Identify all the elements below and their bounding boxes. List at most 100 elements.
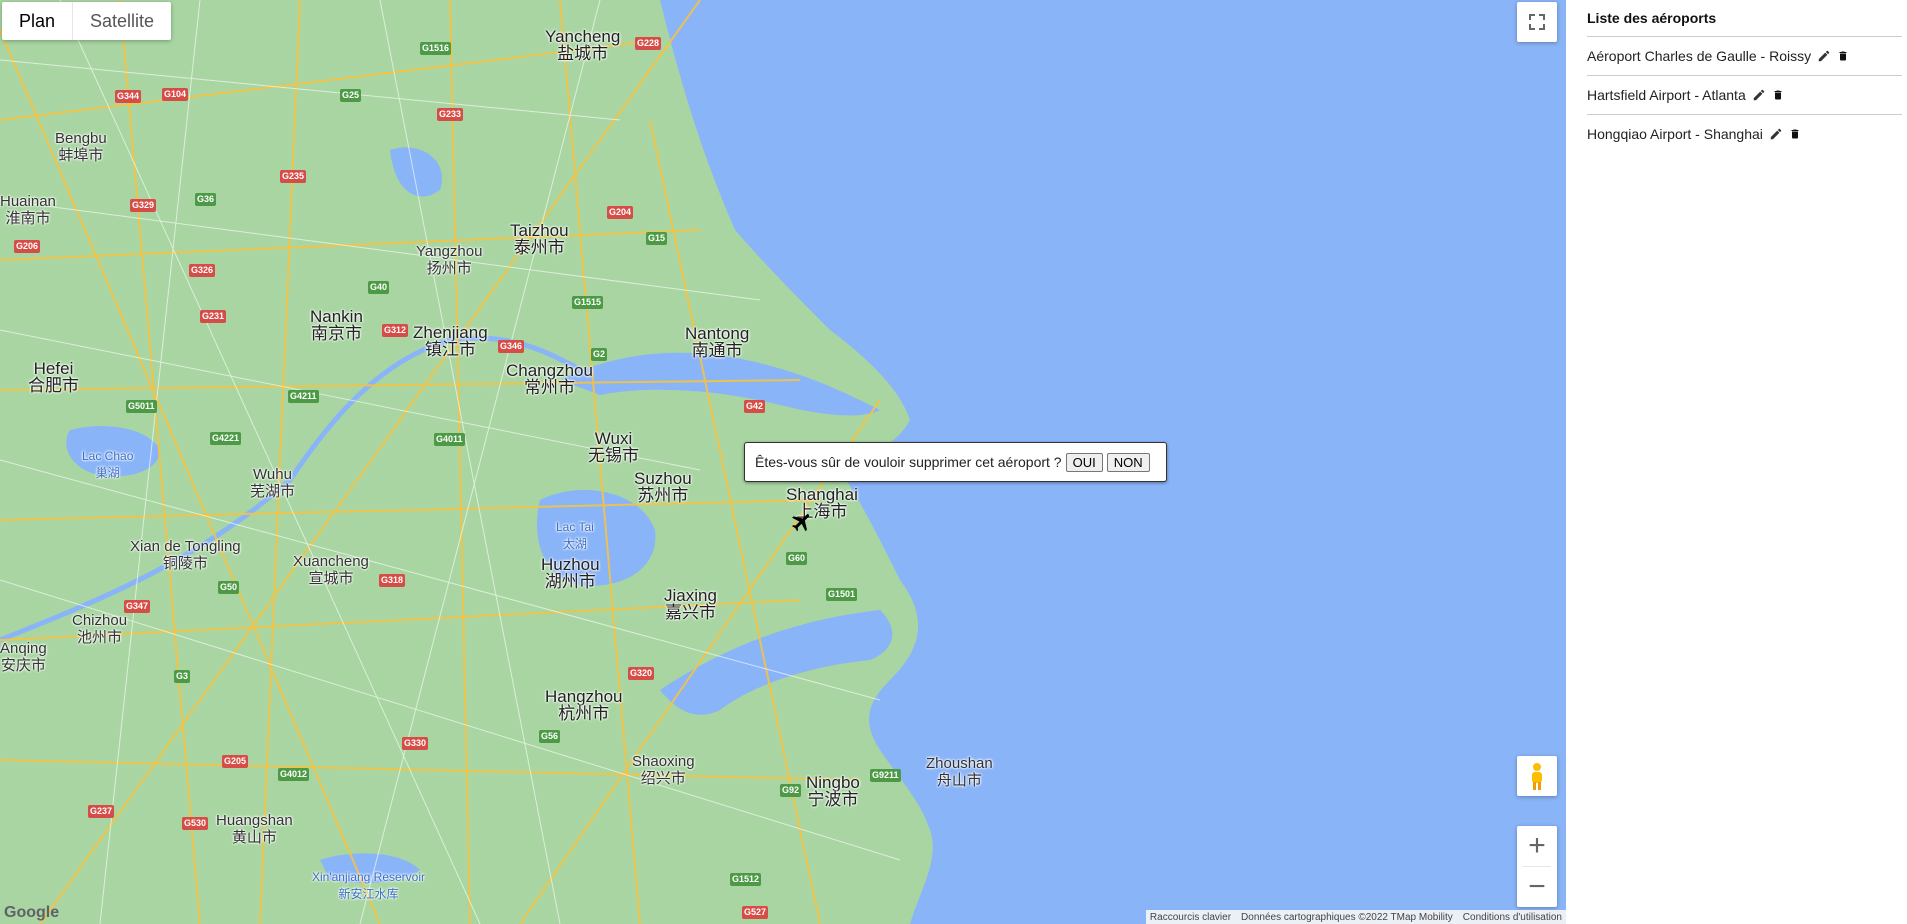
- city-label: Yancheng 盐城市: [545, 27, 621, 63]
- confirm-yes-button[interactable]: OUI: [1065, 452, 1103, 472]
- confirm-no-button[interactable]: NON: [1106, 452, 1150, 472]
- highway-shield: G40: [368, 281, 390, 294]
- highway-shield: G347: [124, 600, 151, 613]
- fullscreen-button[interactable]: [1517, 2, 1557, 42]
- city-label: Nantong 南通市: [685, 324, 750, 360]
- highway-shield: G235: [280, 170, 307, 183]
- highway-shield: G4012: [278, 768, 310, 781]
- highway-shield: G2: [591, 348, 608, 361]
- city-label: Hefei 合肥市: [28, 359, 79, 395]
- highway-shield: G1512: [730, 873, 762, 886]
- highway-shield: G4011: [434, 433, 465, 446]
- highway-shield: G231: [200, 310, 227, 323]
- water-label: Lac Chao 巢湖: [82, 449, 134, 480]
- highway-shield: G326: [189, 264, 216, 277]
- street-view-pegman[interactable]: [1517, 756, 1557, 796]
- city-label: Bengbu 蚌埠市: [55, 130, 107, 164]
- highway-shield: G320: [628, 667, 655, 680]
- highway-shield: G312: [382, 324, 409, 337]
- city-label: Jiaxing 嘉兴市: [664, 586, 717, 622]
- map-data-credit: Données cartographiques ©2022 TMap Mobil…: [1241, 911, 1453, 923]
- highway-shield: G318: [379, 574, 406, 587]
- highway-shield: G344: [115, 90, 142, 103]
- airport-marker-icon[interactable]: [790, 510, 814, 534]
- city-label: Taizhou 泰州市: [510, 221, 569, 257]
- highway-shield: G1501: [826, 588, 858, 601]
- city-label: Anqing 安庆市: [0, 640, 47, 674]
- city-label: Zhoushan 舟山市: [926, 755, 993, 789]
- highway-shield: G36: [195, 193, 217, 206]
- map-type-control: Plan Satellite: [2, 2, 172, 40]
- city-label: Xian de Tongling 铜陵市: [130, 538, 241, 572]
- highway-shield: G329: [130, 199, 157, 212]
- trash-icon[interactable]: [1772, 88, 1784, 102]
- highway-shield: G9211: [870, 769, 901, 782]
- city-label: Wuxi 无锡市: [588, 429, 639, 465]
- city-label: Nankin 南京市: [310, 307, 363, 343]
- highway-shield: G330: [402, 737, 429, 750]
- airport-name: Hongqiao Airport - Shanghai: [1587, 126, 1763, 142]
- airport-name: Aéroport Charles de Gaulle - Roissy: [1587, 48, 1812, 64]
- delete-confirm-dialog: Êtes-vous sûr de vouloir supprimer cet a…: [744, 442, 1167, 482]
- highway-shield: G50: [218, 581, 240, 594]
- highway-shield: G204: [607, 206, 634, 219]
- highway-shield: G1515: [572, 296, 604, 309]
- fullscreen-icon: [1529, 14, 1545, 30]
- highway-shield: G56: [539, 730, 561, 743]
- city-label: Huzhou 湖州市: [541, 555, 600, 591]
- highway-shield: G233: [437, 108, 464, 121]
- highway-shield: G60: [786, 552, 808, 565]
- pencil-icon[interactable]: [1752, 88, 1766, 102]
- city-label: Ningbo 宁波市: [806, 773, 860, 809]
- pencil-icon[interactable]: [1817, 49, 1831, 63]
- zoom-out-button[interactable]: −: [1517, 867, 1557, 907]
- highway-shield: G5011: [126, 400, 157, 413]
- highway-shield: G104: [162, 88, 189, 101]
- pencil-icon[interactable]: [1769, 127, 1783, 141]
- city-label: Hangzhou 杭州市: [545, 687, 623, 723]
- map-attribution: Raccourcis clavier Données cartographiqu…: [1145, 910, 1566, 924]
- highway-shield: G530: [182, 817, 209, 830]
- city-label: Yangzhou 扬州市: [416, 243, 483, 277]
- city-label: Suzhou 苏州市: [634, 469, 692, 505]
- highway-shield: G4211: [288, 390, 319, 403]
- water-label: Xin'anjiang Reservoir 新安江水库: [312, 870, 426, 901]
- highway-shield: G25: [340, 89, 362, 102]
- highway-shield: G206: [14, 240, 41, 253]
- highway-shield: G346: [498, 340, 525, 353]
- city-label: Changzhou 常州市: [506, 361, 593, 397]
- airport-name: Hartsfield Airport - Atlanta: [1587, 87, 1746, 103]
- city-label: Xuancheng 宣城市: [293, 553, 369, 587]
- map-type-plan-button[interactable]: Plan: [2, 2, 74, 40]
- panel-title: Liste des aéroports: [1587, 10, 1717, 26]
- pegman-icon: [1532, 763, 1542, 790]
- zoom-in-button[interactable]: +: [1517, 826, 1557, 866]
- city-label: Zhenjiang 镇江市: [413, 323, 488, 359]
- city-label: Wuhu 芜湖市: [250, 466, 296, 500]
- google-logo[interactable]: Google: [4, 904, 59, 922]
- keyboard-shortcuts-link[interactable]: Raccourcis clavier: [1150, 912, 1231, 923]
- list-item: Hartsfield Airport - Atlanta: [1587, 76, 1902, 115]
- highway-shield: G42: [744, 400, 766, 413]
- city-label: Huainan 淮南市: [0, 193, 56, 227]
- airport-list-panel: Liste des aéroports Aéroport Charles de …: [1566, 0, 1907, 924]
- highway-shield: G4221: [210, 432, 242, 445]
- highway-shield: G527: [742, 906, 769, 919]
- map[interactable]: Yancheng 盐城市 Bengbu 蚌埠市 Taizhou 泰州市 Yangzho…: [0, 0, 1566, 924]
- list-item: Hongqiao Airport - Shanghai: [1587, 115, 1902, 153]
- zoom-control: + −: [1517, 826, 1557, 907]
- highway-shield: G237: [88, 805, 115, 818]
- highway-shield: G1516: [420, 42, 452, 55]
- plus-icon: +: [1528, 829, 1546, 862]
- highway-shield: G205: [222, 755, 249, 768]
- map-type-satellite-button[interactable]: Satellite: [73, 2, 171, 40]
- minus-icon: −: [1528, 870, 1546, 903]
- water-label: Lac Tai 太湖: [556, 520, 594, 551]
- trash-icon[interactable]: [1837, 49, 1849, 63]
- highway-shield: G228: [635, 37, 662, 50]
- trash-icon[interactable]: [1789, 127, 1801, 141]
- terms-link[interactable]: Conditions d'utilisation: [1463, 912, 1562, 923]
- city-label: Huangshan 黄山市: [216, 812, 293, 846]
- city-label: Shaoxing 绍兴市: [632, 753, 695, 787]
- airport-list: Aéroport Charles de Gaulle - Roissy Hart…: [1587, 36, 1902, 153]
